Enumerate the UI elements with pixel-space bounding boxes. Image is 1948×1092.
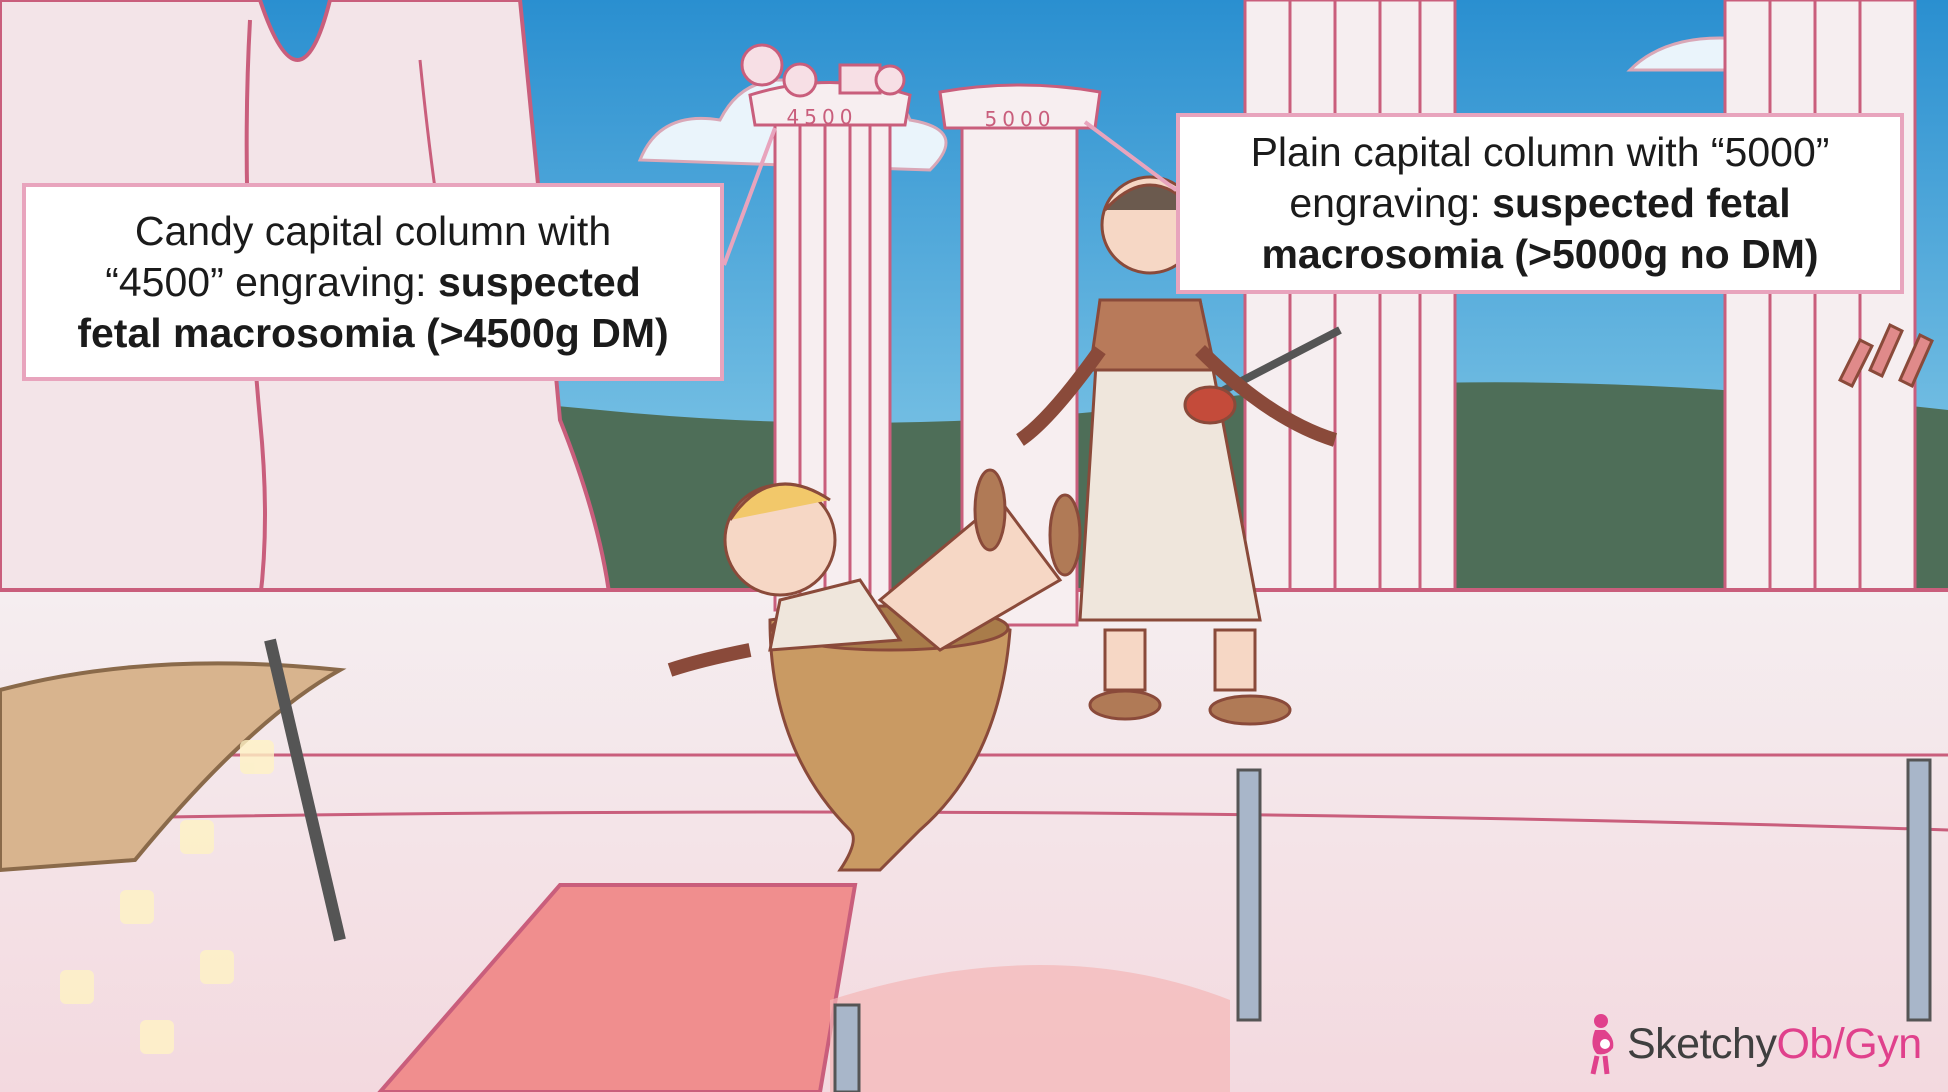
engraving-4500: 4500: [787, 105, 858, 129]
callout-left-line2: “4500” engraving: suspected: [105, 258, 641, 305]
callout-left-line1: Candy capital column with: [134, 207, 612, 254]
callout-left-line3: fetal macrosomia (>4500g DM): [77, 309, 669, 356]
callout-right-line2: engraving: suspected fetal: [1289, 180, 1791, 226]
logo-text-sketchy: Sketchy: [1627, 1019, 1777, 1068]
callout-right-line1: Plain capital column with “5000”: [1250, 129, 1830, 175]
logo-text-obgyn: Ob/Gyn: [1776, 1019, 1922, 1068]
engraving-5000: 5000: [985, 107, 1056, 131]
callout-candy-column: Candy capital column with “4500” engravi…: [22, 183, 724, 381]
pregnant-figure-icon: [1590, 1014, 1614, 1075]
callout-plain-column: Plain capital column with “5000” engravi…: [1176, 113, 1904, 294]
callout-right-line3: macrosomia (>5000g no DM): [1261, 231, 1819, 277]
sketchy-logo: Sketchy Ob/Gyn: [1585, 1010, 1922, 1078]
